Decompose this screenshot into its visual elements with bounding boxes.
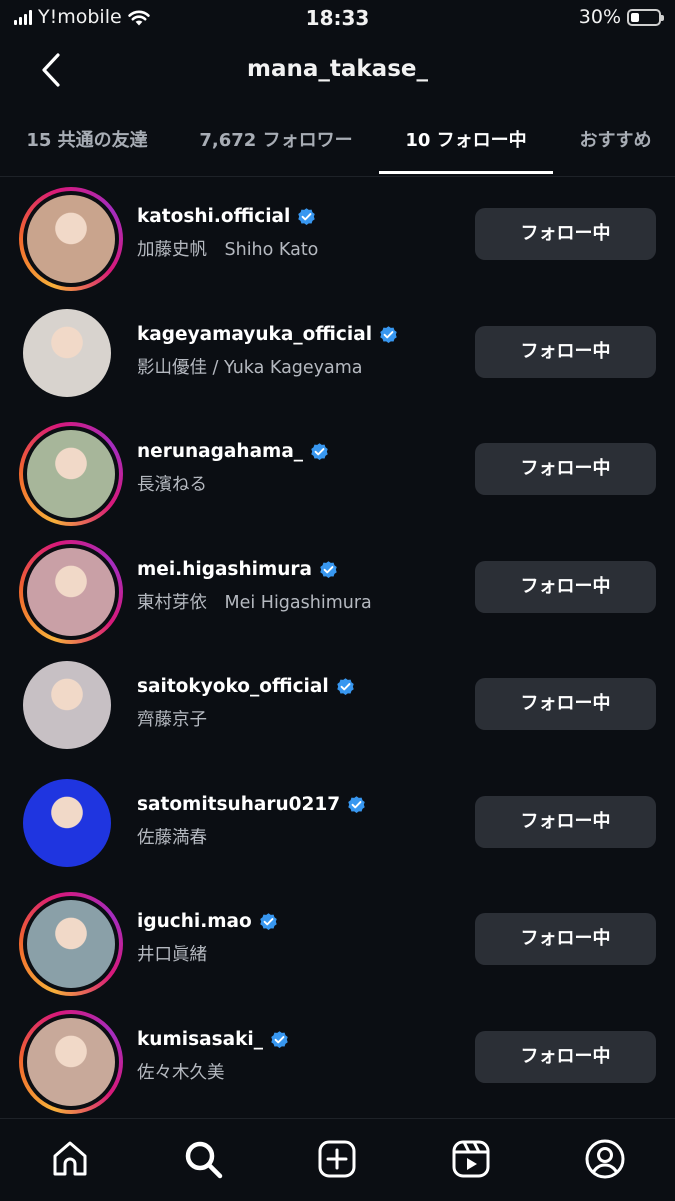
username-text: mei.higashimura [137, 558, 313, 580]
bottom-nav [0, 1118, 675, 1201]
avatar[interactable] [19, 422, 123, 526]
username[interactable]: kumisasaki_ [137, 1029, 290, 1050]
following-button[interactable]: フォロー中 [475, 1030, 656, 1083]
list-item[interactable]: saitokyoko_official 齊藤京子 フォロー中 [0, 650, 675, 767]
battery-icon [627, 8, 664, 26]
verified-badge-icon [348, 795, 365, 813]
list-item[interactable]: iguchi.mao 井口眞緒 フォロー中 [0, 885, 675, 1002]
profile-icon[interactable] [583, 1137, 627, 1181]
list-item[interactable]: nerunagahama_ 長濱ねる フォロー中 [0, 415, 675, 532]
full-name: 影山優佳 / Yuka Kageyama [137, 357, 363, 378]
following-button[interactable]: フォロー中 [475, 678, 656, 730]
verified-badge-icon [380, 325, 397, 343]
avatar[interactable] [19, 1009, 123, 1114]
full-name: 長濱ねる [137, 475, 207, 495]
following-button[interactable]: フォロー中 [475, 443, 656, 495]
following-button[interactable]: フォロー中 [475, 208, 656, 260]
avatar-photo [27, 547, 115, 636]
tab-followers[interactable]: 7,672 フォロワー [188, 112, 364, 174]
status-time: 18:33 [305, 6, 370, 30]
verified-badge-icon [311, 443, 328, 460]
verified-badge-icon [271, 1030, 288, 1048]
verified-badge-icon [298, 208, 316, 225]
list-item[interactable]: mei.higashimura 東村芽依 Mei Higashimura フォロー中 [0, 533, 675, 650]
status-bar: Y!mobile 18:33 30% [0, 0, 675, 36]
full-name: 佐々木久美 [137, 1062, 225, 1083]
search-icon[interactable] [181, 1137, 225, 1181]
avatar-photo [23, 778, 111, 867]
avatar[interactable] [19, 539, 123, 644]
avatar[interactable] [19, 187, 123, 291]
following-button[interactable]: フォロー中 [475, 325, 656, 378]
list-item[interactable]: kumisasaki_ 佐々木久美 フォロー中 [0, 1003, 675, 1120]
tab-bar: 15 共通の友達 7,672 フォロワー 10 フォロー中 おすすめ [0, 112, 675, 177]
username[interactable]: mei.higashimura [137, 559, 339, 580]
avatar[interactable] [19, 775, 123, 879]
list-item[interactable]: katoshi.official 加藤史帆 Shiho Kato フォロー中 [0, 180, 675, 297]
username-text: saitokyoko_official [137, 676, 329, 697]
reels-icon[interactable] [449, 1137, 493, 1181]
avatar-photo [23, 308, 111, 397]
full-name: 東村芽依 Mei Higashimura [137, 592, 372, 613]
battery-percent: 30% [578, 6, 621, 28]
avatar-photo [27, 900, 115, 988]
verified-badge-icon [320, 560, 337, 578]
tab-mutual-friends[interactable]: 15 共通の友達 [14, 112, 160, 174]
page-title: mana_takase_ [246, 56, 428, 82]
following-button[interactable]: フォロー中 [475, 795, 656, 848]
verified-badge-icon [336, 678, 354, 695]
username-text: nerunagahama_ [137, 441, 304, 462]
username[interactable]: nerunagahama_ [137, 441, 330, 462]
username[interactable]: kageyamayuka_official [137, 324, 399, 345]
full-name: 井口眞緒 [137, 945, 207, 965]
status-right: 30% [578, 6, 664, 28]
header: mana_takase_ [0, 36, 675, 106]
list-item[interactable]: satomitsuharu0217 佐藤満春 フォロー中 [0, 768, 675, 885]
full-name: 加藤史帆 Shiho Kato [137, 240, 319, 260]
tab-following[interactable]: 10 フォロー中 [379, 112, 553, 174]
username-text: satomitsuharu0217 [137, 793, 341, 815]
avatar[interactable] [19, 657, 123, 761]
following-button[interactable]: フォロー中 [475, 560, 656, 613]
list-item[interactable]: kageyamayuka_official 影山優佳 / Yuka Kageyam… [0, 298, 675, 415]
tab-suggested[interactable]: おすすめ [568, 112, 663, 174]
avatar-photo [27, 195, 115, 283]
avatar[interactable] [19, 305, 123, 409]
avatar-photo [23, 661, 111, 749]
username[interactable]: iguchi.mao [137, 911, 279, 932]
home-icon[interactable] [48, 1137, 92, 1181]
following-button[interactable]: フォロー中 [475, 913, 656, 965]
username-text: katoshi.official [137, 206, 291, 227]
avatar-photo [27, 430, 115, 518]
username[interactable]: saitokyoko_official [137, 676, 356, 697]
full-name: 齊藤京子 [137, 710, 207, 730]
username-text: kumisasaki_ [137, 1028, 263, 1050]
verified-badge-icon [260, 913, 277, 930]
avatar-photo [27, 1017, 115, 1106]
username-text: kageyamayuka_official [137, 323, 373, 345]
username[interactable]: satomitsuharu0217 [137, 794, 367, 815]
full-name: 佐藤満春 [137, 827, 207, 848]
avatar[interactable] [19, 892, 123, 996]
username[interactable]: katoshi.official [137, 206, 317, 227]
username-text: iguchi.mao [137, 911, 252, 932]
create-icon[interactable] [315, 1137, 359, 1181]
